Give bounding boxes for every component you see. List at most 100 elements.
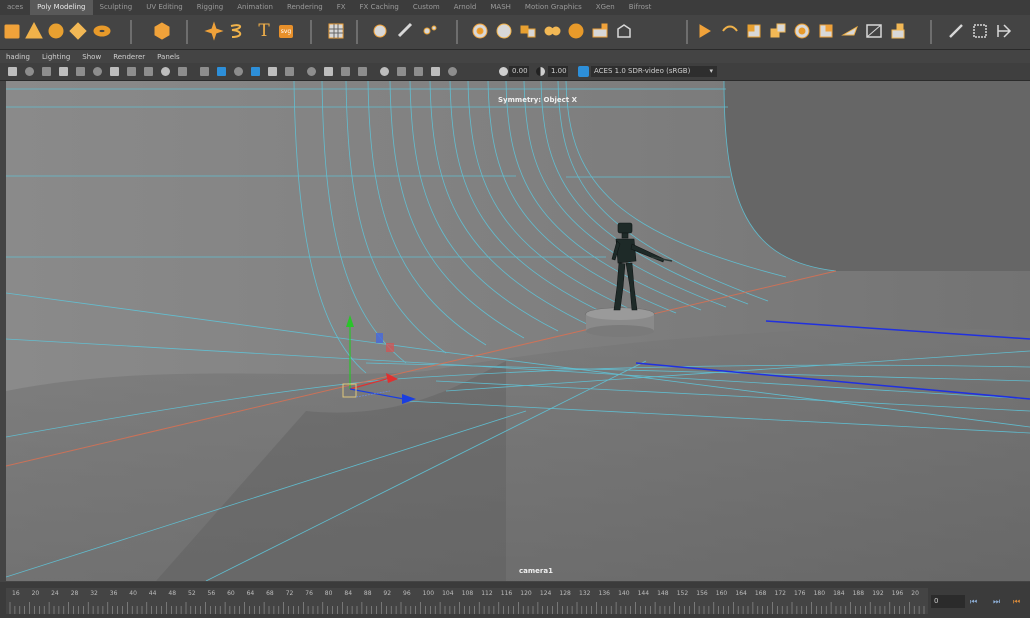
- film-gate-icon[interactable]: [93, 67, 102, 76]
- shelf-tab-rigging[interactable]: Rigging: [190, 0, 231, 15]
- shelf-tab-mash[interactable]: MASH: [483, 0, 518, 15]
- multi-cut-icon[interactable]: [396, 21, 416, 41]
- isolate-select-icon[interactable]: [380, 67, 389, 76]
- wireframe-on-shaded-icon[interactable]: [234, 67, 243, 76]
- time-tick-label: 16: [12, 590, 20, 597]
- time-tick-label: 164: [735, 590, 747, 597]
- exposure-field[interactable]: 0.00: [509, 66, 529, 77]
- sculpt-tool-icon[interactable]: [370, 21, 390, 41]
- combine-icon[interactable]: [470, 21, 490, 41]
- separate-icon[interactable]: [494, 21, 514, 41]
- time-tick-label: 108: [461, 590, 474, 597]
- step-back-frame-icon[interactable]: ⏮: [1013, 597, 1020, 607]
- helix-icon[interactable]: [228, 21, 248, 41]
- type-text-icon[interactable]: T: [254, 21, 274, 41]
- panel-menu-renderer[interactable]: Renderer: [107, 53, 151, 61]
- resolution-gate-icon[interactable]: [110, 67, 119, 76]
- time-tick-label: 52: [188, 590, 196, 597]
- smooth-shade-icon[interactable]: [217, 67, 226, 76]
- extrude-icon[interactable]: [696, 21, 716, 41]
- time-slider[interactable]: 16 20 24 28 32 36 40 44 48 52 56 60 64 68 72 76 80 84 88 92…: [0, 582, 1030, 618]
- chevron-down-icon: ▾: [709, 67, 713, 75]
- shelf-tab-xgen[interactable]: XGen: [589, 0, 622, 15]
- deform-icon[interactable]: [888, 21, 908, 41]
- color-management-toggle[interactable]: [578, 66, 589, 77]
- shelf-tab-fx-caching[interactable]: FX Caching: [353, 0, 406, 15]
- shelf-tab-motion-graphics[interactable]: Motion Graphics: [518, 0, 589, 15]
- camera-attributes-icon[interactable]: [25, 67, 34, 76]
- gamma-field[interactable]: 1.00: [548, 66, 568, 77]
- wireframe-icon[interactable]: [200, 67, 209, 76]
- use-lights-icon[interactable]: [268, 67, 277, 76]
- quad-draw-icon[interactable]: [792, 21, 812, 41]
- color-space-dropdown[interactable]: ACES 1.0 SDR-video (sRGB) ▾: [591, 66, 717, 77]
- shelf-tab-uv-editing[interactable]: UV Editing: [139, 0, 190, 15]
- panel-menu-lighting[interactable]: Lighting: [36, 53, 76, 61]
- safe-title-icon[interactable]: [178, 67, 187, 76]
- bookmark-icon[interactable]: [42, 67, 51, 76]
- extract-icon[interactable]: [518, 21, 538, 41]
- poly-sphere-icon[interactable]: [46, 21, 66, 41]
- duplicate-face-icon[interactable]: [768, 21, 788, 41]
- shadows-icon[interactable]: [285, 67, 294, 76]
- shelf-tab-sculpting[interactable]: Sculpting: [93, 0, 140, 15]
- knife-icon[interactable]: [840, 21, 860, 41]
- sweep-mesh-icon[interactable]: [204, 21, 224, 41]
- uv-grid-icon[interactable]: [326, 21, 346, 41]
- backface-icon[interactable]: [431, 67, 440, 76]
- shelf-tab-arnold[interactable]: Arnold: [447, 0, 484, 15]
- anti-aliasing-icon[interactable]: [341, 67, 350, 76]
- textured-icon[interactable]: [251, 67, 260, 76]
- exposure-icon[interactable]: [499, 67, 508, 76]
- shelf-tab-rendering[interactable]: Rendering: [280, 0, 330, 15]
- go-to-start-icon[interactable]: ⏮: [970, 597, 977, 607]
- poly-cube-icon[interactable]: [2, 21, 22, 41]
- camera-select-icon[interactable]: [8, 67, 17, 76]
- xray-icon[interactable]: [397, 67, 406, 76]
- boolean-icon[interactable]: [566, 21, 586, 41]
- time-tick-label: 64: [246, 590, 255, 597]
- merge-icon[interactable]: [744, 21, 764, 41]
- grid-toggle-icon[interactable]: [76, 67, 85, 76]
- bevel-icon[interactable]: [420, 21, 440, 41]
- xray-joints-icon[interactable]: [414, 67, 423, 76]
- shelf-tab-animation[interactable]: Animation: [230, 0, 280, 15]
- target-weld-icon[interactable]: [816, 21, 836, 41]
- poly-cone-icon[interactable]: [24, 21, 44, 41]
- append-icon[interactable]: [720, 21, 740, 41]
- viewport-scene[interactable]: [6, 81, 1030, 581]
- poly-torus-icon[interactable]: [92, 21, 112, 41]
- poly-soccerball-icon[interactable]: [152, 21, 172, 41]
- gamma-icon[interactable]: [536, 67, 545, 76]
- bridge-icon[interactable]: [590, 21, 610, 41]
- motion-blur-icon[interactable]: [324, 67, 333, 76]
- shelf-tab-bifrost[interactable]: Bifrost: [622, 0, 659, 15]
- viewport[interactable]: Symmetry: Object X camera1: [6, 81, 1030, 581]
- smooth-icon[interactable]: [542, 21, 562, 41]
- panel-menu-hading[interactable]: hading: [0, 53, 36, 61]
- poly-platonic-icon[interactable]: [68, 21, 88, 41]
- fill-hole-icon[interactable]: [614, 21, 634, 41]
- panel-menu-panels[interactable]: Panels: [151, 53, 186, 61]
- exposure-reset-icon[interactable]: [448, 67, 457, 76]
- svg-icon[interactable]: svg: [276, 21, 296, 41]
- shelf-tab-poly-modeling[interactable]: Poly Modeling: [30, 0, 93, 15]
- image-plane-icon[interactable]: [59, 67, 68, 76]
- step-back-key-icon[interactable]: ⏭: [993, 597, 1000, 607]
- mirror-icon[interactable]: [864, 21, 884, 41]
- transform-icon[interactable]: [994, 21, 1014, 41]
- shelf-tab-fx[interactable]: FX: [330, 0, 353, 15]
- depth-of-field-icon[interactable]: [358, 67, 367, 76]
- shelf-tab-aces[interactable]: aces: [0, 0, 30, 15]
- square-select-icon[interactable]: [970, 21, 990, 41]
- screen-space-ao-icon[interactable]: [307, 67, 316, 76]
- current-frame-field[interactable]: 0: [931, 595, 965, 608]
- safe-action-icon[interactable]: [161, 67, 170, 76]
- field-chart-icon[interactable]: [144, 67, 153, 76]
- shelf-tab-custom[interactable]: Custom: [406, 0, 447, 15]
- time-tick-label: 60: [227, 590, 235, 597]
- pencil-edit-icon[interactable]: [946, 21, 966, 41]
- time-ruler[interactable]: 16 20 24 28 32 36 40 44 48 52 56 60 64 68 72 76 80 84 88 92…: [6, 588, 928, 614]
- gate-mask-icon[interactable]: [127, 67, 136, 76]
- panel-menu-show[interactable]: Show: [76, 53, 107, 61]
